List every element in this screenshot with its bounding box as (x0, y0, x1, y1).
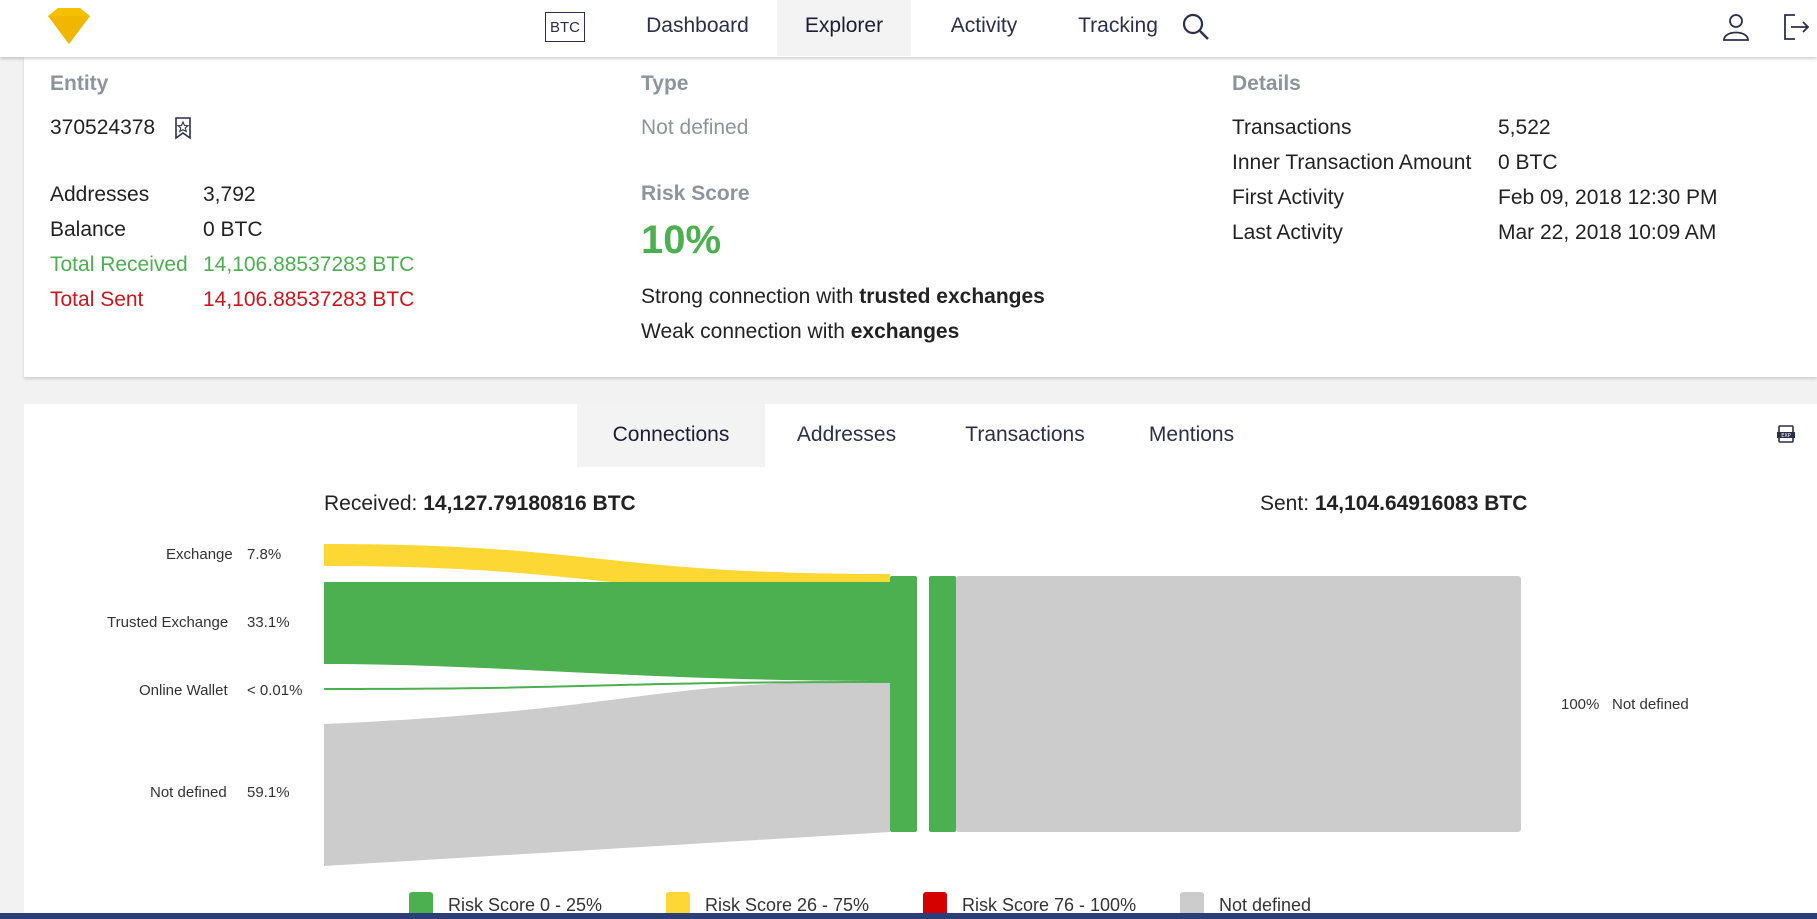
nav-explorer[interactable]: Explorer (777, 0, 911, 56)
nav-tracking[interactable]: Tracking (1048, 0, 1188, 56)
input-label-online-wallet: Online Wallet (139, 682, 228, 699)
input-pct-online-wallet: < 0.01% (247, 682, 303, 699)
total-received-value: 14,106.88537283 BTC (203, 253, 415, 276)
risk-score-value: 10% (641, 218, 722, 262)
input-label-trusted-exchange: Trusted Exchange (107, 614, 229, 631)
risk-summary-line-1: Strong connection with trusted exchanges (641, 285, 1045, 308)
received-total: Received: 14,127.79180816 BTC (324, 492, 636, 515)
output-label-not-defined: Not defined (1612, 696, 1689, 713)
tab-transactions[interactable]: Transactions (945, 403, 1105, 467)
bookmark-star-icon[interactable] (173, 116, 193, 140)
nav-activity[interactable]: Activity (924, 0, 1044, 56)
input-label-not-defined: Not defined (150, 784, 227, 801)
export-icon[interactable]: EXP (1776, 424, 1796, 444)
diamond-logo-icon[interactable] (44, 6, 94, 46)
user-icon[interactable] (1719, 10, 1753, 44)
transactions-label: Transactions (1232, 116, 1352, 139)
total-sent-label: Total Sent (50, 288, 144, 311)
input-label-exchange: Exchange (166, 546, 233, 563)
input-pct-trusted-exchange: 33.1% (247, 614, 290, 631)
input-pct-not-defined: 59.1% (247, 784, 290, 801)
connections-card (24, 404, 1817, 919)
sent-total: Sent: 14,104.64916083 BTC (1260, 492, 1528, 515)
balance-value: 0 BTC (203, 218, 263, 241)
balance-label: Balance (50, 218, 126, 241)
svg-text:EXP: EXP (1781, 433, 1791, 439)
risk-summary-line-2: Weak connection with exchanges (641, 320, 960, 343)
entity-heading: Entity (50, 72, 109, 95)
last-activity-label: Last Activity (1232, 221, 1343, 244)
risk-score-heading: Risk Score (641, 182, 750, 205)
total-received-label: Total Received (50, 253, 188, 276)
last-activity-value: Mar 22, 2018 10:09 AM (1498, 221, 1717, 244)
transactions-value: 5,522 (1498, 116, 1551, 139)
nav-dashboard[interactable]: Dashboard (625, 0, 770, 56)
first-activity-value: Feb 09, 2018 12:30 PM (1498, 186, 1718, 209)
addresses-value: 3,792 (203, 183, 256, 206)
currency-selector[interactable]: BTC (545, 12, 585, 42)
type-heading: Type (641, 72, 689, 95)
tab-connections[interactable]: Connections (577, 403, 765, 467)
inner-amount-value: 0 BTC (1498, 151, 1558, 174)
output-pct-not-defined: 100% (1561, 696, 1600, 713)
window-bottom-edge (0, 913, 1817, 919)
first-activity-label: First Activity (1232, 186, 1345, 209)
tab-mentions[interactable]: Mentions (1135, 403, 1248, 467)
addresses-label: Addresses (50, 183, 150, 206)
entity-id: 370524378 (50, 116, 156, 139)
input-pct-exchange: 7.8% (247, 546, 282, 563)
total-sent-value: 14,106.88537283 BTC (203, 288, 415, 311)
tab-addresses[interactable]: Addresses (775, 403, 918, 467)
search-icon[interactable] (1179, 10, 1213, 44)
type-value: Not defined (641, 116, 749, 139)
inner-amount-label: Inner Transaction Amount (1232, 151, 1472, 174)
details-heading: Details (1232, 72, 1301, 95)
top-nav-bar: BTC Dashboard Explorer Activity Tracking (0, 0, 1817, 57)
logout-icon[interactable] (1778, 10, 1812, 44)
